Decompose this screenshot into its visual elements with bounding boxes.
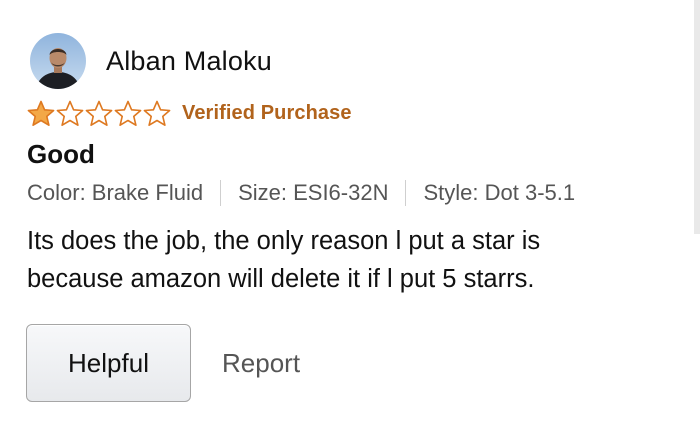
report-link[interactable]: Report [222, 348, 300, 379]
star-filled-icon [27, 100, 55, 127]
star-empty-icon [85, 100, 113, 127]
review-body: Its does the job, the only reason l put … [27, 222, 667, 298]
star-empty-icon [56, 100, 84, 127]
variant-color: Color: Brake Fluid [27, 180, 204, 205]
avatar[interactable] [30, 33, 86, 89]
variant-style: Style: Dot 3-5.1 [423, 180, 576, 205]
review-body-line: Its does the job, the only reason l put … [27, 227, 541, 255]
review-card: Alban Maloku Verified Purchase Good Colo… [0, 0, 700, 437]
variant-divider [220, 180, 222, 206]
variant-size: Size: ESI6-32N [238, 180, 389, 205]
review-title: Good [27, 139, 95, 169]
scrollbar-edge [694, 0, 700, 234]
rating-row: Verified Purchase [26, 99, 352, 127]
star-empty-icon [114, 100, 142, 127]
product-variants: Color: Brake Fluid Size: ESI6-32N Style:… [27, 180, 575, 206]
reviewer-name[interactable]: Alban Maloku [106, 46, 272, 77]
helpful-button[interactable]: Helpful [26, 324, 191, 402]
review-actions: Helpful Report [26, 324, 300, 402]
variant-divider [405, 180, 407, 206]
verified-purchase-badge: Verified Purchase [182, 101, 352, 124]
reviewer-profile[interactable]: Alban Maloku [30, 33, 272, 89]
star-rating[interactable] [26, 99, 171, 127]
review-body-line: because amazon will delete it if l put 5… [27, 265, 535, 293]
star-empty-icon [143, 100, 171, 127]
